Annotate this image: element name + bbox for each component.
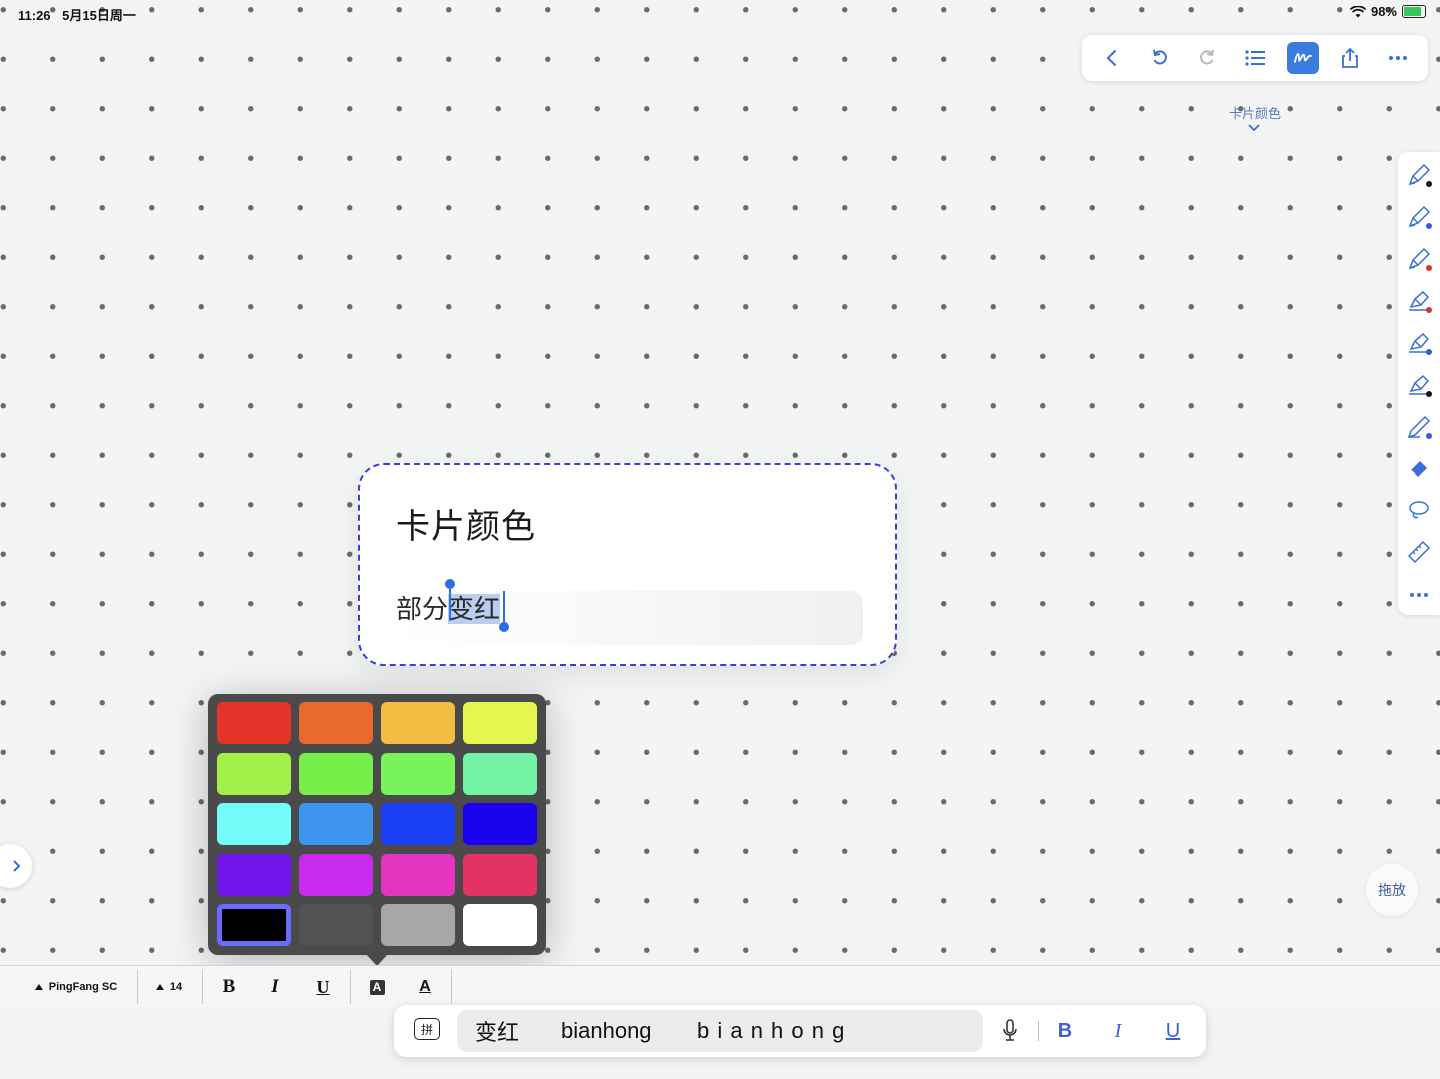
back-icon[interactable] (1096, 42, 1128, 74)
font-family-label: PingFang SC (48, 981, 118, 993)
candidate-0[interactable]: 变红 (475, 1010, 519, 1052)
color-swatch[interactable] (299, 853, 373, 896)
ime-italic-button[interactable]: I (1102, 1005, 1134, 1057)
battery-icon (1402, 5, 1426, 18)
pen-icon[interactable] (1406, 204, 1432, 230)
color-swatch[interactable] (463, 904, 537, 946)
color-swatch[interactable] (381, 904, 455, 946)
handwriting-icon[interactable] (1286, 42, 1319, 74)
text-color-button[interactable]: A (408, 966, 442, 1008)
eraser-icon[interactable] (1406, 455, 1432, 481)
highlighter-icon[interactable] (1406, 288, 1432, 314)
color-swatch[interactable] (217, 702, 291, 744)
status-date: 5月15日周一 (62, 8, 136, 23)
highlighter-icon[interactable] (1406, 330, 1432, 356)
color-swatch[interactable] (381, 702, 455, 744)
candidate-list: 变红 bianhong b i a n h o n g (457, 1010, 983, 1052)
chevron-down-icon[interactable] (1247, 123, 1261, 133)
outline-list-icon[interactable] (1239, 42, 1271, 74)
selection-start-bar (449, 589, 451, 621)
ime-underline-button[interactable]: U (1157, 1005, 1189, 1057)
color-swatch[interactable] (463, 803, 537, 845)
highlighter-icon[interactable] (1406, 372, 1432, 398)
card-color-label[interactable]: 卡片颜色 (1214, 103, 1296, 122)
status-time: 11:26 (18, 8, 51, 23)
color-swatch[interactable] (217, 904, 291, 946)
wifi-icon (1349, 5, 1366, 17)
color-swatch[interactable] (217, 853, 291, 896)
font-family-button[interactable]: PingFang SC (18, 966, 134, 1008)
battery-percent: 98% (1370, 4, 1397, 19)
selection-end-bar (503, 591, 505, 623)
status-time-date: 11:26 5月15日周一 (18, 5, 136, 24)
share-icon[interactable] (1334, 42, 1366, 74)
color-swatch[interactable] (381, 853, 455, 896)
ruler-icon[interactable] (1406, 539, 1432, 565)
color-swatch[interactable] (381, 752, 455, 795)
pencil-icon[interactable] (1406, 414, 1432, 440)
pinyin-mode-key[interactable]: 拼 (414, 1018, 440, 1040)
text-card[interactable]: 卡片颜色 部分变红 (358, 463, 897, 666)
highlight-letter: A (369, 979, 385, 995)
color-swatch[interactable] (299, 752, 373, 795)
status-right: 98% (1349, 4, 1426, 19)
italic-button[interactable]: I (258, 966, 292, 1008)
triangle-up-icon (155, 984, 164, 990)
bold-button[interactable]: B (212, 966, 246, 1008)
highlight-color-button[interactable]: A (360, 966, 394, 1008)
color-swatch[interactable] (463, 752, 537, 795)
composition-text: b i a n h o n g (697, 1018, 846, 1043)
candidate-1[interactable]: bianhong (561, 1010, 652, 1052)
color-swatch[interactable] (299, 803, 373, 845)
microphone-icon[interactable] (1002, 1019, 1018, 1048)
pen-icon[interactable] (1406, 162, 1432, 188)
selected-text[interactable]: 变红 (448, 594, 501, 624)
font-size-button[interactable]: 14 (140, 966, 198, 1008)
selection-start-handle[interactable] (445, 579, 455, 589)
color-swatch[interactable] (217, 752, 291, 795)
selection-end-handle[interactable] (499, 622, 509, 632)
more-icon[interactable] (1382, 42, 1414, 74)
color-palette-popover (208, 694, 546, 955)
ime-bold-button[interactable]: B (1049, 1005, 1081, 1057)
card-body-plain: 部分 (396, 594, 449, 624)
undo-icon[interactable] (1144, 42, 1176, 74)
redo-icon[interactable] (1191, 42, 1223, 74)
card-title[interactable]: 卡片颜色 (396, 499, 536, 548)
color-swatch[interactable] (299, 702, 373, 744)
more-icon[interactable] (1406, 582, 1432, 608)
swatch-grid (217, 702, 537, 946)
chevron-right-icon (13, 860, 21, 872)
color-swatch[interactable] (299, 904, 373, 946)
underline-button[interactable]: U (306, 966, 340, 1008)
pen-icon[interactable] (1406, 246, 1432, 272)
lasso-icon[interactable] (1406, 497, 1432, 523)
sidebar-toggle-button[interactable] (0, 844, 32, 888)
drag-drop-button[interactable]: 拖放 (1366, 864, 1418, 916)
color-swatch[interactable] (463, 853, 537, 896)
top-toolbar (1082, 35, 1428, 81)
color-swatch[interactable] (381, 803, 455, 845)
format-bar: PingFang SC 14 B I U A A (0, 965, 1440, 1009)
font-size-label: 14 (169, 981, 183, 993)
triangle-up-icon (34, 984, 43, 990)
right-tool-palette (1398, 152, 1440, 615)
pinyin-mode-label: 拼 (420, 1022, 433, 1037)
ime-candidate-bar: 拼 变红 bianhong b i a n h o n g B I U (394, 1005, 1206, 1057)
color-swatch[interactable] (463, 702, 537, 744)
color-swatch[interactable] (217, 803, 291, 845)
